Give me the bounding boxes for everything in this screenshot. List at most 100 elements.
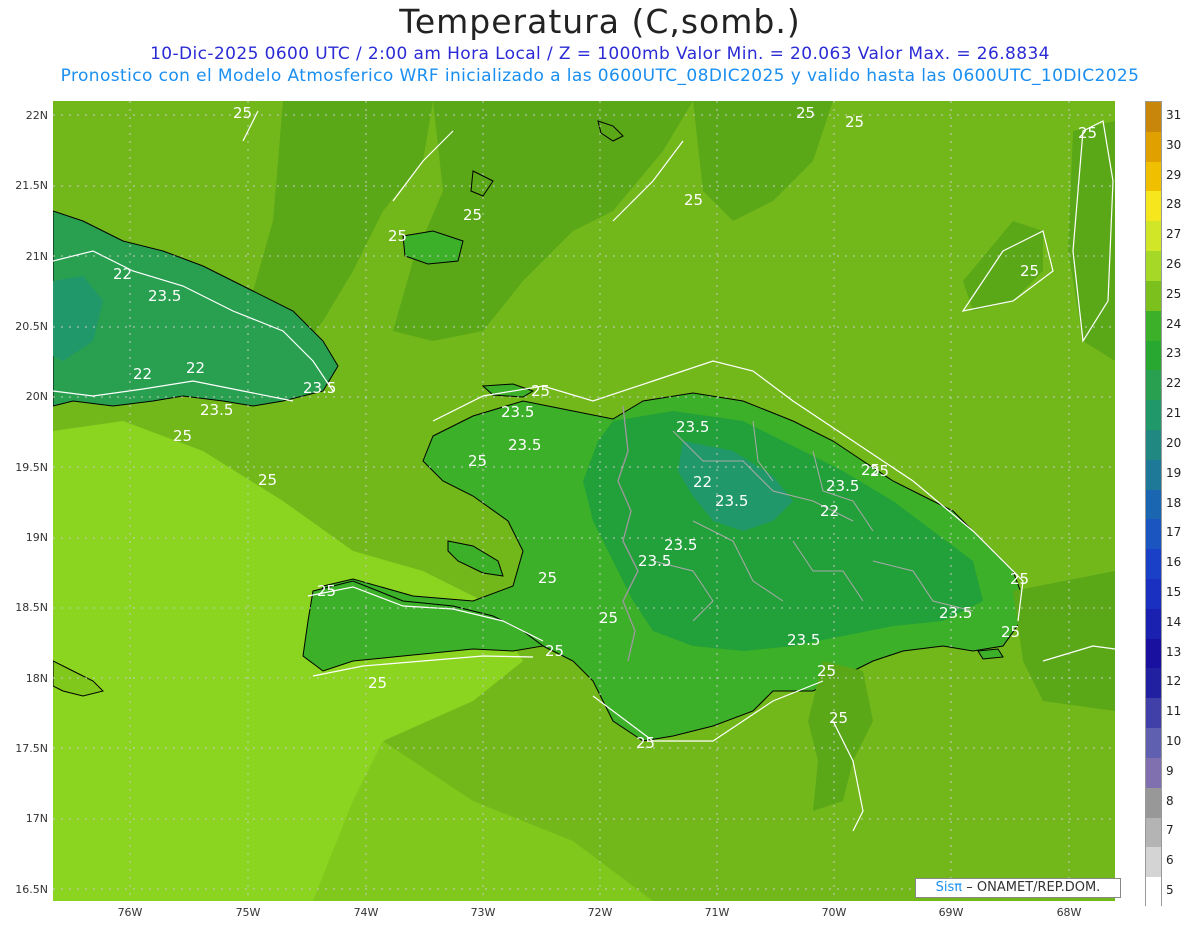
contour-label: 25 bbox=[1078, 124, 1097, 142]
lat-label: 21N bbox=[25, 250, 48, 263]
credit-box: Sisπ – ONAMET/REP.DOM. bbox=[915, 878, 1121, 898]
contour-label: 25 bbox=[817, 662, 836, 680]
contour-label: 23.5 bbox=[501, 403, 534, 421]
colorbar-segment bbox=[1146, 191, 1161, 222]
colorbar-label: 15 bbox=[1166, 584, 1182, 599]
contour-label: 25 bbox=[636, 734, 655, 752]
contour-label: 23.5 bbox=[303, 379, 336, 397]
contour-label: 25 bbox=[599, 609, 618, 627]
colorbar-segment bbox=[1146, 847, 1161, 878]
contour-label: 25 bbox=[1001, 623, 1020, 641]
lat-label: 21.5N bbox=[15, 179, 48, 192]
colorbar-segment bbox=[1146, 370, 1161, 401]
colorbar-segment bbox=[1146, 489, 1161, 520]
colorbar-segment bbox=[1146, 519, 1161, 550]
temperature-map: 25 25 25 25 25 25 22 23.5 22 22 23.5 23.… bbox=[53, 101, 1115, 901]
contour-label: 25 bbox=[258, 471, 277, 489]
colorbar-label: 27 bbox=[1166, 227, 1182, 242]
lat-label: 20.5N bbox=[15, 320, 48, 333]
colorbar-label: 26 bbox=[1166, 256, 1182, 271]
contour-label: 25 bbox=[463, 206, 482, 224]
contour-label: 25 bbox=[317, 582, 336, 600]
contour-label: 25 bbox=[1010, 570, 1029, 588]
colorbar-label: 9 bbox=[1166, 763, 1174, 778]
colorbar-label: 7 bbox=[1166, 823, 1174, 838]
colorbar-label: 11 bbox=[1166, 704, 1182, 719]
contour-label: 22 bbox=[693, 473, 712, 491]
lon-label: 73W bbox=[470, 906, 496, 919]
lon-label: 75W bbox=[235, 906, 261, 919]
colorbar-label: 17 bbox=[1166, 525, 1182, 540]
colorbar-label: 25 bbox=[1166, 286, 1182, 301]
lon-label: 74W bbox=[353, 906, 379, 919]
contour-label: 25 bbox=[1020, 262, 1039, 280]
lat-label: 16.5N bbox=[15, 883, 48, 896]
colorbar-label: 12 bbox=[1166, 674, 1182, 689]
contour-label: 25 bbox=[173, 427, 192, 445]
lat-label: 18.5N bbox=[15, 601, 48, 614]
colorbar-label: 21 bbox=[1166, 406, 1182, 421]
colorbar-segment bbox=[1146, 310, 1161, 342]
contour-label: 23.5 bbox=[508, 436, 541, 454]
colorbar-label: 31 bbox=[1166, 107, 1182, 122]
lon-label: 76W bbox=[117, 906, 143, 919]
credit-text: – ONAMET/REP.DOM. bbox=[966, 880, 1101, 895]
forecast-time-line: 10-Dic-2025 0600 UTC / 2:00 am Hora Loca… bbox=[150, 44, 1050, 64]
contour-label: 25 bbox=[233, 104, 252, 122]
lat-label: 17.5N bbox=[15, 742, 48, 755]
contour-label: 22 bbox=[820, 502, 839, 520]
colorbar-label: 19 bbox=[1166, 465, 1182, 480]
colorbar-segment bbox=[1146, 787, 1161, 819]
colorbar-segment bbox=[1146, 877, 1161, 908]
colorbar-segment bbox=[1146, 668, 1161, 699]
colorbar-segment bbox=[1146, 102, 1161, 133]
colorbar-segment bbox=[1146, 638, 1161, 669]
colorbar-label: 28 bbox=[1166, 197, 1182, 212]
lat-label: 22N bbox=[25, 109, 48, 122]
contour-label: 25 bbox=[796, 104, 815, 122]
contour-label: 23.5 bbox=[939, 604, 972, 622]
colorbar-segment bbox=[1146, 608, 1161, 640]
contour-label: 23.5 bbox=[826, 477, 859, 495]
contour-label: 25 bbox=[829, 709, 848, 727]
lat-label: 17N bbox=[25, 812, 48, 825]
lat-label: 19N bbox=[25, 531, 48, 544]
colorbar-label: 13 bbox=[1166, 644, 1182, 659]
colorbar-segment bbox=[1146, 400, 1161, 431]
colorbar-label: 16 bbox=[1166, 555, 1182, 570]
lon-label: 70W bbox=[821, 906, 847, 919]
colorbar-segment bbox=[1146, 429, 1161, 461]
model-info-line: Pronostico con el Modelo Atmosferico WRF… bbox=[60, 66, 1140, 86]
contour-label: 23.5 bbox=[638, 552, 671, 570]
contour-label: 25 bbox=[468, 452, 487, 470]
contour-label: 23.5 bbox=[148, 287, 181, 305]
contour-label: 23.5 bbox=[200, 401, 233, 419]
colorbar-label: 18 bbox=[1166, 495, 1182, 510]
colorbar-segment bbox=[1146, 579, 1161, 610]
colorbar-label: 30 bbox=[1166, 137, 1182, 152]
colorbar-segment bbox=[1146, 340, 1161, 371]
lon-label: 71W bbox=[704, 906, 730, 919]
colorbar-label: 6 bbox=[1166, 853, 1174, 868]
contour-label: 25 bbox=[545, 642, 564, 660]
contour-label: 25 bbox=[845, 113, 864, 131]
colorbar-segment bbox=[1146, 221, 1161, 252]
colorbar-label: 29 bbox=[1166, 167, 1182, 182]
contour-label: 23.5 bbox=[715, 492, 748, 510]
lon-label: 69W bbox=[938, 906, 964, 919]
lat-label: 19.5N bbox=[15, 461, 48, 474]
contour-label: 22 bbox=[133, 365, 152, 383]
colorbar-label: 23 bbox=[1166, 346, 1182, 361]
colorbar-segment bbox=[1146, 459, 1161, 491]
contour-label: 25 bbox=[870, 462, 889, 480]
colorbar-label: 22 bbox=[1166, 376, 1182, 391]
lat-label: 18N bbox=[25, 672, 48, 685]
map-title: Temperatura (C,somb.) bbox=[399, 2, 801, 41]
colorbar-label: 20 bbox=[1166, 435, 1182, 450]
lat-label: 20N bbox=[25, 390, 48, 403]
colorbar bbox=[1145, 101, 1162, 908]
contour-label: 25 bbox=[388, 227, 407, 245]
contour-label: 25 bbox=[531, 382, 550, 400]
contour-label: 25 bbox=[684, 191, 703, 209]
colorbar-segment bbox=[1146, 131, 1161, 163]
